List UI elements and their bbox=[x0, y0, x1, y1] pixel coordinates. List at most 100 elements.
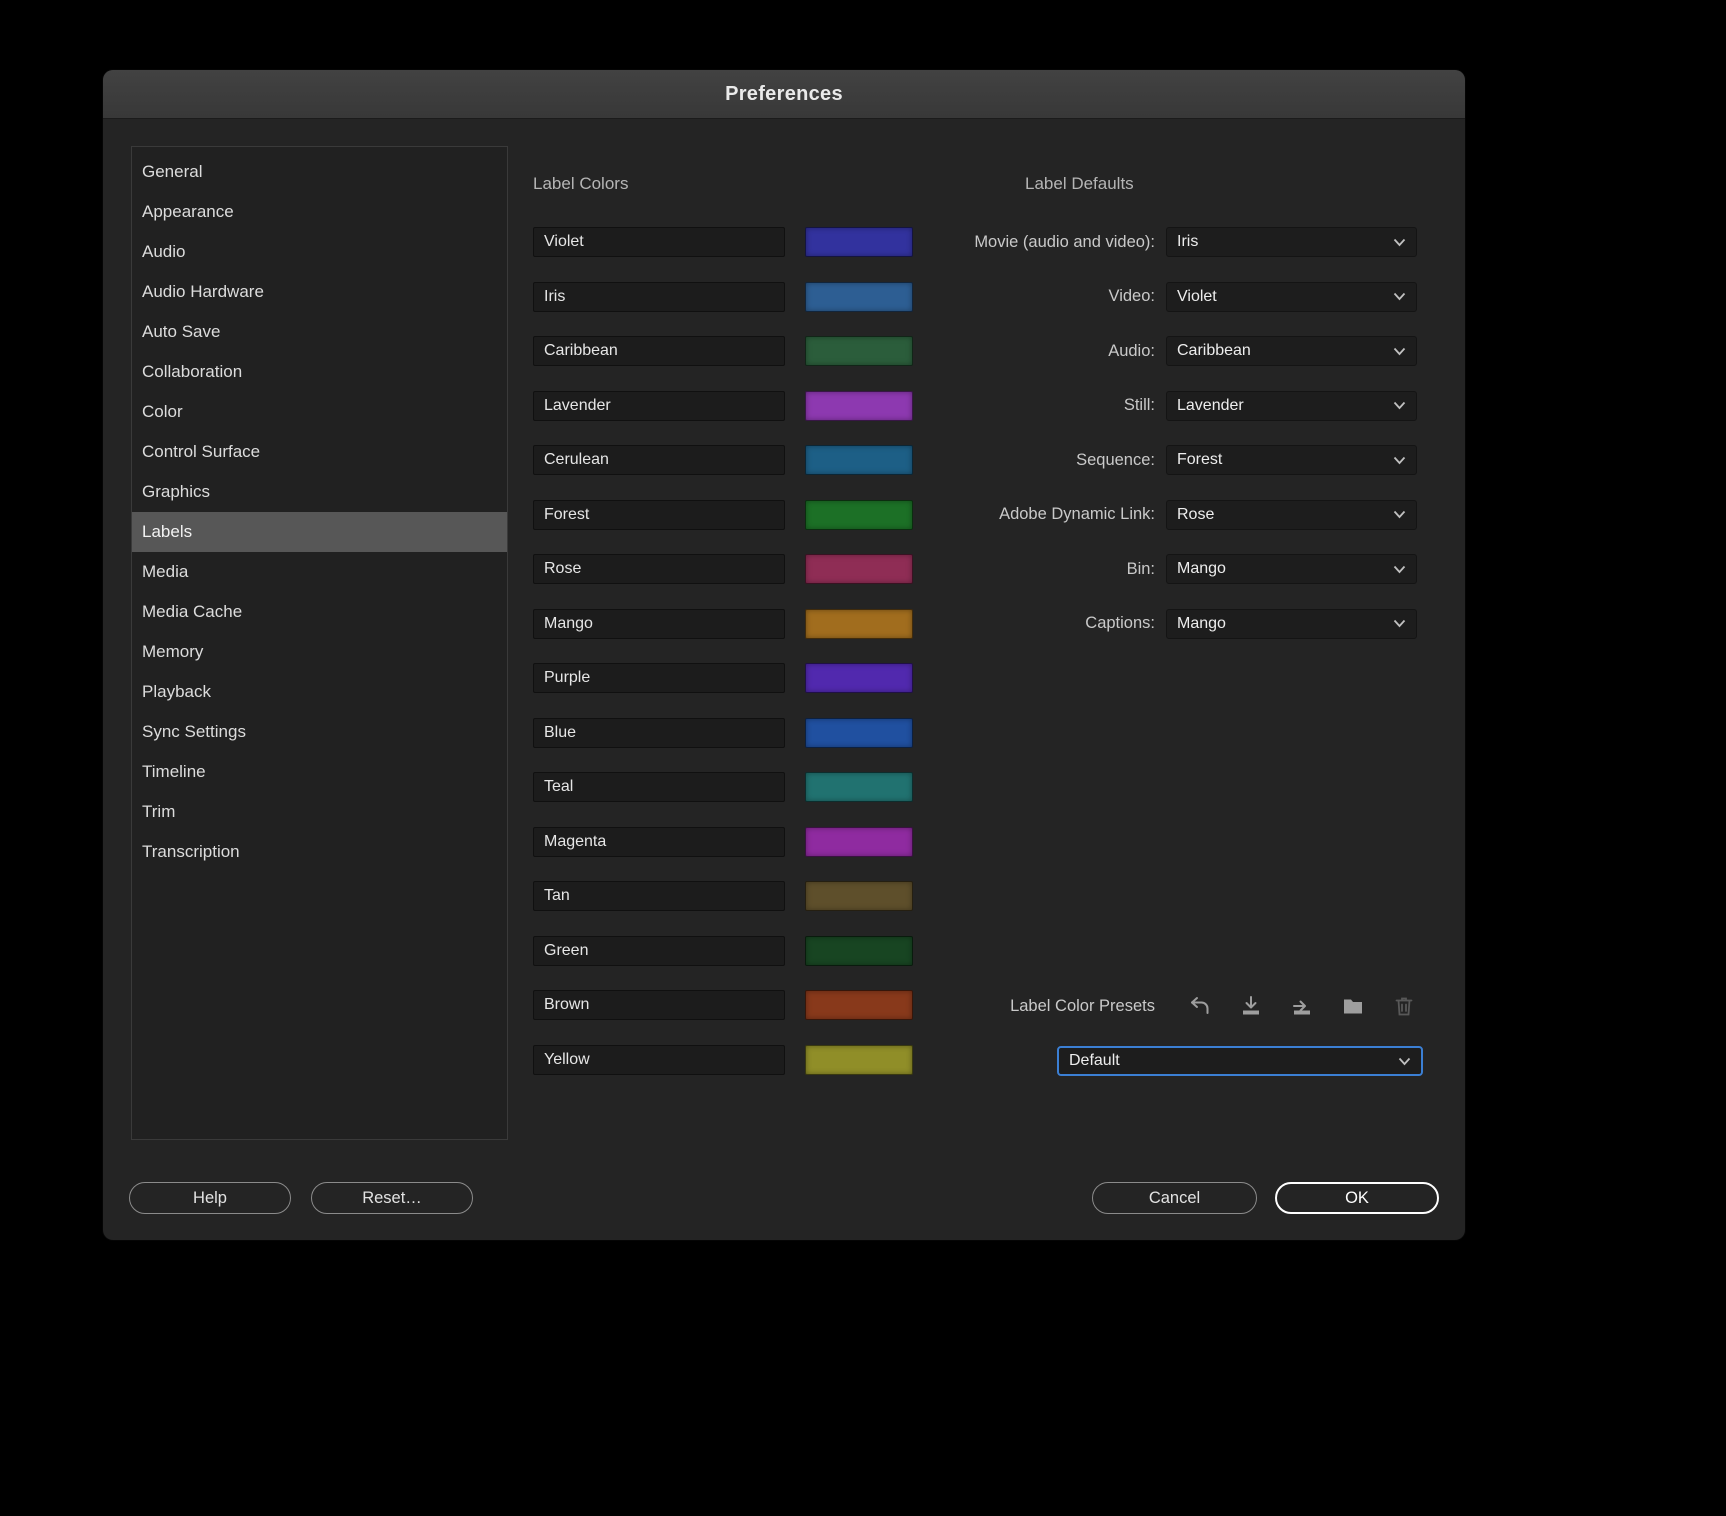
sidebar-item-playback[interactable]: Playback bbox=[132, 672, 507, 712]
chevron-down-icon bbox=[1393, 510, 1406, 519]
dynamic-link-default-label: Adobe Dynamic Link: bbox=[999, 505, 1155, 523]
reset-button[interactable]: Reset… bbox=[311, 1182, 473, 1214]
sequence-default-label: Sequence: bbox=[1076, 450, 1155, 469]
dropdown-value: Violet bbox=[1177, 287, 1217, 305]
sequence-default-dropdown[interactable]: Forest bbox=[1166, 445, 1417, 475]
dropdown-value: Caribbean bbox=[1177, 342, 1251, 359]
presets-dropdown-value: Default bbox=[1069, 1052, 1120, 1069]
label-color-swatch-purple[interactable] bbox=[805, 663, 913, 693]
dropdown-value: Iris bbox=[1177, 233, 1199, 250]
ok-button[interactable]: OK bbox=[1275, 1182, 1439, 1214]
undo-icon[interactable] bbox=[1188, 994, 1212, 1018]
label-name-input-lavender[interactable] bbox=[533, 390, 785, 421]
captions-default-dropdown[interactable]: Mango bbox=[1166, 608, 1417, 639]
sidebar-item-media[interactable]: Media bbox=[132, 552, 507, 592]
sidebar-item-general[interactable]: General bbox=[132, 152, 507, 192]
preferences-dialog: Preferences General Appearance Audio Aud… bbox=[103, 70, 1465, 1240]
bin-default-dropdown[interactable]: Mango bbox=[1166, 554, 1417, 584]
label-color-row bbox=[533, 772, 913, 802]
label-name-input-blue[interactable] bbox=[533, 717, 785, 748]
label-color-row bbox=[533, 1044, 913, 1075]
label-color-swatch-tan[interactable] bbox=[805, 881, 913, 911]
label-name-input-mango[interactable] bbox=[533, 608, 785, 639]
sidebar-item-transcription[interactable]: Transcription bbox=[132, 832, 507, 872]
sidebar-item-timeline[interactable]: Timeline bbox=[132, 752, 507, 792]
video-default-dropdown[interactable]: Violet bbox=[1166, 281, 1417, 312]
still-default-label: Still: bbox=[1123, 396, 1155, 414]
dropdown-value: Mango bbox=[1177, 560, 1226, 577]
folder-icon[interactable] bbox=[1341, 994, 1365, 1018]
label-name-input-cerulean[interactable] bbox=[533, 445, 785, 475]
dropdown-value: Lavender bbox=[1177, 396, 1244, 414]
sidebar-item-memory[interactable]: Memory bbox=[132, 632, 507, 672]
sidebar-item-audio[interactable]: Audio bbox=[132, 232, 507, 272]
label-name-input-tan[interactable] bbox=[533, 881, 785, 911]
label-color-row bbox=[533, 881, 913, 911]
label-name-input-purple[interactable] bbox=[533, 663, 785, 693]
title-bar: Preferences bbox=[103, 70, 1465, 119]
label-color-swatch-magenta[interactable] bbox=[805, 826, 913, 857]
sidebar-item-auto-save[interactable]: Auto Save bbox=[132, 312, 507, 352]
dynamic-link-default-dropdown[interactable]: Rose bbox=[1166, 499, 1417, 530]
label-name-input-violet[interactable] bbox=[533, 227, 785, 257]
still-default-dropdown[interactable]: Lavender bbox=[1166, 390, 1417, 421]
label-name-input-rose[interactable] bbox=[533, 554, 785, 584]
sidebar-item-appearance[interactable]: Appearance bbox=[132, 192, 507, 232]
chevron-down-icon bbox=[1393, 347, 1406, 356]
sidebar-item-labels[interactable]: Labels bbox=[132, 512, 507, 552]
label-name-input-forest[interactable] bbox=[533, 499, 785, 530]
movie-default-label: Movie (audio and video): bbox=[974, 232, 1155, 251]
label-color-presets-heading: Label Color Presets bbox=[1010, 996, 1155, 1015]
label-color-row bbox=[533, 935, 913, 966]
sidebar-item-audio-hardware[interactable]: Audio Hardware bbox=[132, 272, 507, 312]
label-name-input-teal[interactable] bbox=[533, 772, 785, 802]
dropdown-value: Mango bbox=[1177, 614, 1226, 632]
save-preset-icon[interactable] bbox=[1239, 994, 1263, 1018]
label-name-input-caribbean[interactable] bbox=[533, 336, 785, 366]
label-color-swatch-blue[interactable] bbox=[805, 717, 913, 748]
bin-default-label: Bin: bbox=[1126, 559, 1155, 578]
label-color-presets-section: Label Color Presets bbox=[803, 991, 1416, 1021]
label-name-input-magenta[interactable] bbox=[533, 826, 785, 857]
video-default-label: Video: bbox=[1108, 287, 1156, 305]
sidebar-item-collaboration[interactable]: Collaboration bbox=[132, 352, 507, 392]
label-color-swatch-teal[interactable] bbox=[805, 772, 913, 802]
chevron-down-icon bbox=[1393, 565, 1406, 574]
sidebar-item-control-surface[interactable]: Control Surface bbox=[132, 432, 507, 472]
sidebar-item-media-cache[interactable]: Media Cache bbox=[132, 592, 507, 632]
label-name-input-yellow[interactable] bbox=[533, 1044, 785, 1075]
presets-dropdown[interactable]: Default bbox=[1057, 1046, 1423, 1076]
captions-default-label: Captions: bbox=[1085, 614, 1155, 632]
chevron-down-icon bbox=[1393, 292, 1406, 301]
label-color-row bbox=[533, 663, 913, 693]
chevron-down-icon bbox=[1393, 401, 1406, 410]
label-color-row bbox=[533, 717, 913, 748]
sidebar-item-sync-settings[interactable]: Sync Settings bbox=[132, 712, 507, 752]
chevron-down-icon bbox=[1398, 1057, 1411, 1066]
sidebar-item-trim[interactable]: Trim bbox=[132, 792, 507, 832]
chevron-down-icon bbox=[1393, 238, 1406, 247]
label-defaults-heading: Label Defaults bbox=[1025, 174, 1134, 193]
trash-icon[interactable] bbox=[1392, 994, 1416, 1018]
save-as-preset-icon[interactable] bbox=[1290, 994, 1314, 1018]
chevron-down-icon bbox=[1393, 456, 1406, 465]
preferences-category-list: General Appearance Audio Audio Hardware … bbox=[131, 146, 508, 1140]
help-button[interactable]: Help bbox=[129, 1182, 291, 1214]
preset-icon-toolbar bbox=[1188, 994, 1416, 1018]
label-name-input-brown[interactable] bbox=[533, 990, 785, 1020]
label-name-input-iris[interactable] bbox=[533, 281, 785, 312]
label-color-swatch-yellow[interactable] bbox=[805, 1044, 913, 1075]
chevron-down-icon bbox=[1393, 619, 1406, 628]
sidebar-item-color[interactable]: Color bbox=[132, 392, 507, 432]
dropdown-value: Forest bbox=[1177, 451, 1223, 468]
audio-default-dropdown[interactable]: Caribbean bbox=[1166, 336, 1417, 366]
label-name-input-green[interactable] bbox=[533, 935, 785, 966]
cancel-button[interactable]: Cancel bbox=[1092, 1182, 1257, 1214]
audio-default-label: Audio: bbox=[1108, 341, 1155, 360]
dropdown-value: Rose bbox=[1177, 505, 1215, 523]
movie-default-dropdown[interactable]: Iris bbox=[1166, 227, 1417, 257]
sidebar-item-graphics[interactable]: Graphics bbox=[132, 472, 507, 512]
dialog-title: Preferences bbox=[725, 82, 843, 105]
label-color-row bbox=[533, 826, 913, 857]
label-color-swatch-green[interactable] bbox=[805, 935, 913, 966]
